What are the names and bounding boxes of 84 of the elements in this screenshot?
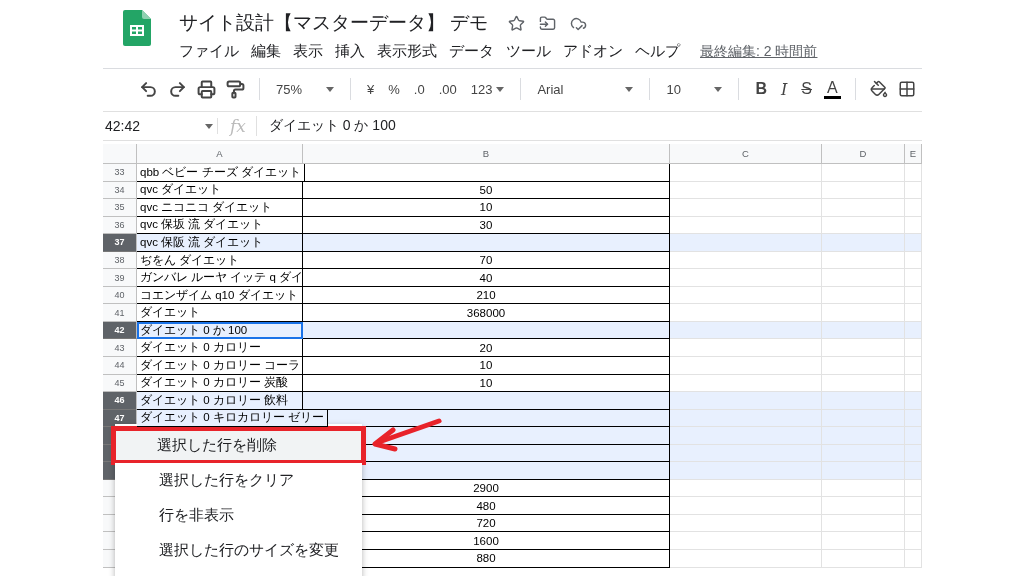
strikethrough-button[interactable]: S [799, 80, 814, 98]
row-header[interactable]: 46 [103, 392, 137, 410]
caret-icon [205, 123, 213, 129]
more-formats-dropdown[interactable]: 123 [468, 81, 507, 97]
table-cell [905, 427, 922, 445]
menu-item[interactable]: アドオン [563, 42, 623, 61]
table-cell: ダイエット 0 カロリー [137, 339, 303, 357]
document-title[interactable]: サイト設計【マスターデータ】 デモ [179, 10, 489, 36]
menu-option[interactable]: 行を非表示 [115, 498, 362, 534]
column-header[interactable]: E [905, 144, 922, 164]
caret-icon [496, 86, 505, 92]
column-header[interactable]: B [303, 144, 670, 164]
paint-bucket-icon[interactable] [869, 80, 888, 98]
star-icon[interactable] [508, 14, 526, 32]
print-icon[interactable] [197, 79, 216, 99]
table-cell [905, 164, 922, 182]
text-color-button[interactable]: A [824, 79, 841, 99]
row-header[interactable]: 41 [103, 304, 137, 322]
menu-item[interactable]: 挿入 [335, 42, 365, 61]
row-header[interactable]: 39 [103, 269, 137, 287]
table-cell: 20 [303, 339, 670, 357]
table-cell [905, 339, 922, 357]
undo-icon[interactable] [139, 79, 158, 99]
table-cell: 10 [303, 357, 670, 375]
table-cell [905, 357, 922, 375]
caret-icon [625, 86, 634, 92]
caret-icon [326, 86, 334, 92]
formula-input[interactable]: ダイエット 0 か 100 [256, 117, 396, 135]
increase-decimals-button[interactable]: .00 [436, 81, 459, 97]
menu-item[interactable]: ツール [506, 42, 551, 61]
column-header[interactable]: D [822, 144, 905, 164]
table-cell [905, 462, 922, 480]
row-header[interactable]: 35 [103, 199, 137, 217]
menu-item[interactable]: データ [449, 42, 494, 61]
bold-button[interactable]: B [753, 80, 769, 98]
column-header[interactable]: A [137, 144, 303, 164]
font-size-dropdown[interactable]: 10 [664, 81, 725, 97]
font-dropdown[interactable]: Arial [535, 81, 636, 97]
table-cell: 40 [303, 269, 670, 287]
row-header[interactable]: 33 [103, 164, 137, 182]
sheets-logo-icon [123, 10, 151, 46]
move-folder-icon[interactable] [539, 14, 557, 32]
italic-button[interactable]: I [779, 79, 790, 99]
table-cell: 10 [303, 199, 670, 217]
menu-option[interactable]: 選択した行のサイズを変更 [115, 533, 362, 569]
percent-button[interactable]: % [386, 81, 402, 97]
table-cell: qvc ニコニコ ダイエット [137, 199, 303, 217]
menu-item[interactable]: ヘルプ [635, 42, 680, 61]
row-header[interactable]: 43 [103, 339, 137, 357]
caret-icon [714, 86, 723, 92]
menu-item[interactable]: ファイル [179, 42, 239, 61]
table-cell [905, 304, 922, 322]
menu-item[interactable]: 表示形式 [377, 42, 437, 61]
column-header[interactable]: C [670, 144, 822, 164]
table-cell [905, 392, 922, 410]
table-cell: ダイエット [137, 304, 303, 322]
arrow-drawing [372, 418, 442, 452]
fx-label: fx [218, 116, 257, 136]
paint-format-icon[interactable] [226, 79, 245, 99]
table-cell: ガンバレ ルーヤ イッテ q ダイ [137, 269, 303, 287]
menu-option[interactable]: 選択した行をクリア [115, 463, 362, 499]
currency-button[interactable]: ¥ [365, 81, 377, 97]
row-header[interactable]: 44 [103, 357, 137, 375]
row-header[interactable]: 37 [103, 234, 137, 252]
table-cell: 368000 [303, 304, 670, 322]
menu-option[interactable]: 選択した行を削除 [113, 428, 364, 464]
last-edit-link[interactable]: 最終編集: 2 時間前 [700, 42, 818, 61]
table-cell: ダイエット 0 カロリー 飲料 [137, 392, 303, 410]
table-cell [905, 532, 922, 551]
table-cell [905, 550, 922, 568]
borders-icon[interactable] [897, 80, 916, 98]
table-cell: ダイエット 0 カロリー コーラ [137, 357, 303, 375]
menu-item[interactable]: 編集 [251, 42, 281, 61]
table-cell: qvc 保阪 流 ダイエット [137, 234, 303, 252]
zoom-dropdown[interactable]: 75% [274, 81, 336, 97]
table-cell [905, 269, 922, 287]
decrease-decimals-button[interactable]: .0 [411, 81, 427, 97]
table-cell [905, 234, 922, 252]
table-cell [905, 497, 922, 515]
table-cell: qbb ベビー チーズ ダイエット [137, 164, 305, 182]
table-cell [905, 199, 922, 217]
redo-icon[interactable] [168, 79, 187, 99]
name-box[interactable]: 42:42 [103, 118, 218, 134]
menu-item[interactable]: 表示 [293, 42, 323, 61]
